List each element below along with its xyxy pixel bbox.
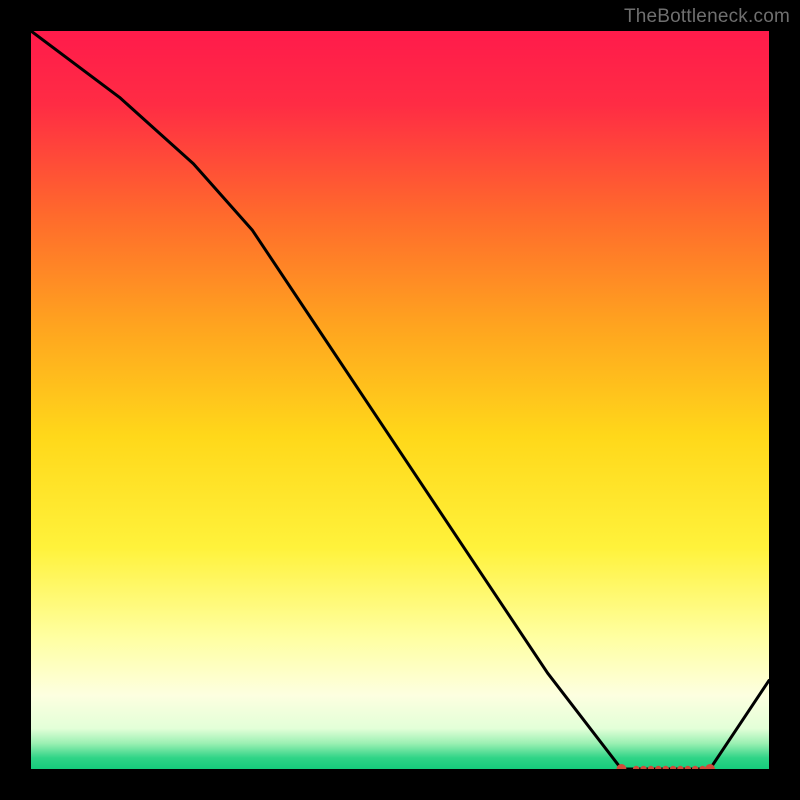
- plot-area: [31, 31, 769, 769]
- watermark-text: TheBottleneck.com: [624, 6, 790, 28]
- chart-stage: TheBottleneck.com: [0, 0, 800, 800]
- gradient-rect: [31, 31, 769, 769]
- chart-svg: [31, 31, 769, 769]
